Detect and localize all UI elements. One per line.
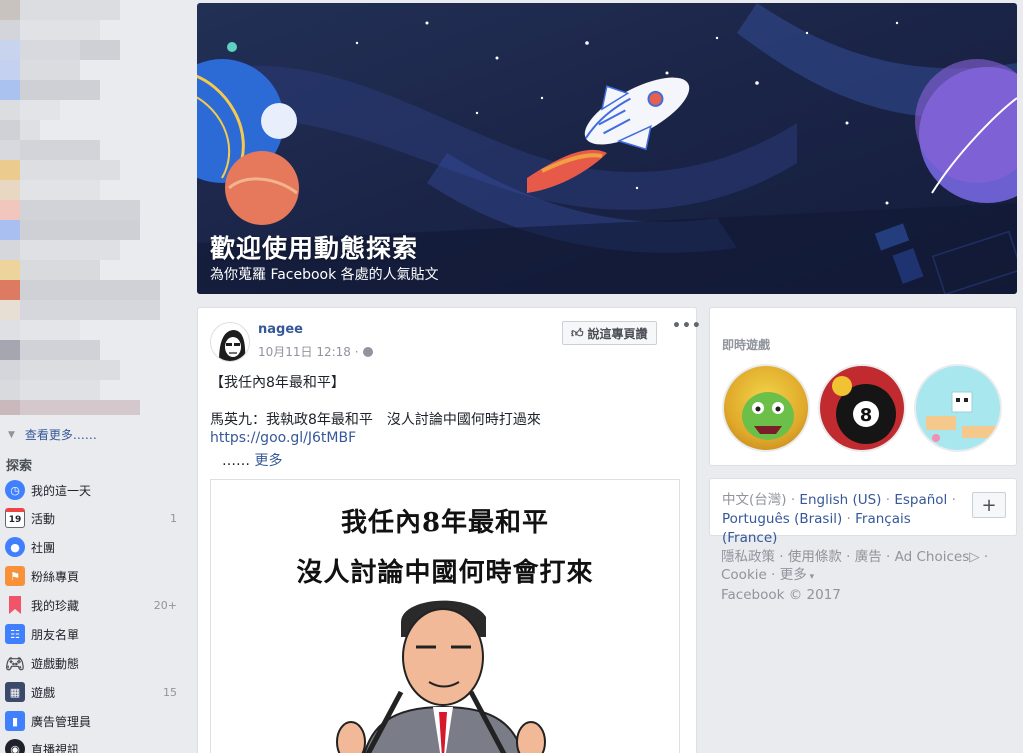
left-sidebar: ▼ 查看更多…… 探索 ◷ 我的這一天 19 活動 1 ● 社團 ⚑ 粉絲專頁 …: [0, 0, 196, 753]
cartoon-face-avatar: [219, 330, 246, 361]
blurred-shortcuts: [0, 0, 196, 415]
svg-text:8: 8: [860, 405, 873, 426]
feed-post: nagee 10月11日 12:18 · 👍︎ 說這專頁讚 ••• 【我任內8年…: [197, 307, 701, 753]
instant-games-title: 即時遊戲: [722, 338, 771, 352]
page-footer: 隱私政策 · 使用條款 · 廣告 · Ad Choices▷ · Cookie …: [721, 549, 989, 603]
sidebar-item-ads-manager[interactable]: ▮ 廣告管理員: [5, 709, 185, 733]
more-options-icon[interactable]: •••: [672, 318, 702, 334]
language-current: 中文(台灣): [722, 492, 787, 508]
game-monster-tile[interactable]: [722, 364, 810, 452]
sidebar-item-games[interactable]: ▦ 遊戲 15: [5, 680, 185, 704]
sidebar-item-friend-lists[interactable]: ☷ 朋友名單: [5, 622, 185, 646]
language-card: 中文(台灣) · English (US) · Español · Portug…: [709, 478, 1017, 546]
instant-games-card: 即時遊戲 8: [709, 307, 1017, 466]
triangle-down-icon: ▼: [8, 429, 15, 440]
footer-ads[interactable]: 廣告: [855, 549, 882, 565]
language-links: 中文(台灣) · English (US) · Español · Portug…: [722, 492, 956, 546]
flag-icon: ⚑: [5, 566, 25, 586]
sidebar-item-on-this-day[interactable]: ◷ 我的這一天: [5, 478, 185, 502]
image-caption-2: 沒人討論中國何時會打來: [296, 558, 594, 588]
post-see-more: …… 更多: [222, 453, 283, 469]
language-espanol[interactable]: Español: [894, 492, 947, 508]
globe-icon: [362, 346, 373, 357]
post-headline: 【我任內8年最和平】: [210, 375, 345, 391]
caret-down-icon: ▾: [806, 572, 815, 582]
sidebar-item-events[interactable]: 19 活動 1: [5, 506, 185, 530]
calendar-icon: 19: [5, 508, 25, 528]
ads-manager-icon: ▮: [5, 711, 25, 731]
footer-terms[interactable]: 使用條款: [788, 549, 842, 565]
sidebar-item-groups[interactable]: ● 社團: [5, 535, 185, 559]
like-page-button[interactable]: 👍︎ 說這專頁讚: [562, 321, 657, 345]
author-avatar[interactable]: [210, 322, 250, 362]
sidebar-item-pages[interactable]: ⚑ 粉絲專頁: [5, 564, 185, 588]
game-blocky-runner-tile[interactable]: [914, 364, 1002, 452]
live-video-icon: ◉: [5, 739, 25, 753]
footer-privacy[interactable]: 隱私政策: [721, 549, 775, 565]
gamepad-icon: 🎮︎: [4, 653, 26, 673]
games-icon: ▦: [5, 682, 25, 702]
footer-cookie[interactable]: Cookie: [721, 567, 767, 583]
ad-choices-icon: ▷: [969, 549, 980, 565]
post-meta: 10月11日 12:18 ·: [258, 343, 373, 360]
language-english[interactable]: English (US): [799, 492, 881, 508]
sidebar-item-games-feed[interactable]: 🎮︎ 遊戲動態: [5, 651, 185, 675]
explore-heading: 探索: [6, 459, 33, 474]
author-name[interactable]: nagee: [258, 322, 303, 337]
groups-icon: ●: [5, 537, 25, 557]
friends-list-icon: ☷: [5, 624, 25, 644]
image-caption-1: 我任內8年最和平: [340, 508, 550, 538]
like-page-label: 說這專頁讚: [587, 326, 648, 341]
sidebar-item-saved[interactable]: 我的珍藏 20+: [5, 593, 185, 617]
see-more-link[interactable]: 更多: [254, 453, 282, 469]
banner-subtitle: 為你蒐羅 Facebook 各處的人氣貼文: [210, 267, 439, 283]
post-date[interactable]: 10月11日 12:18 ·: [258, 343, 359, 360]
post-image[interactable]: 我任內8年最和平 沒人討論中國何時會打來: [210, 479, 680, 753]
add-language-button[interactable]: +: [972, 492, 1006, 518]
footer-copyright: Facebook © 2017: [721, 587, 841, 603]
footer-ad-choices[interactable]: Ad Choices: [895, 549, 970, 565]
post-link[interactable]: https://goo.gl/J6tMBF: [210, 430, 356, 446]
banner-title: 歡迎使用動態探索: [210, 234, 419, 263]
thumbs-up-icon: 👍︎: [571, 325, 584, 340]
bookmark-icon: [5, 595, 25, 615]
see-more-shortcuts[interactable]: ▼ 查看更多……: [8, 426, 97, 443]
cartoon-politician-illustration: [336, 600, 546, 753]
post-body: 馬英九：我執政8年最和平 沒人討論中國何時打過來: [210, 412, 541, 428]
see-more-label: 查看更多……: [24, 428, 97, 442]
clock-icon: ◷: [5, 480, 25, 500]
sidebar-item-live-video[interactable]: ◉ 直播視訊: [5, 737, 185, 753]
footer-more[interactable]: 更多: [780, 567, 807, 583]
language-portugues[interactable]: Português (Brasil): [722, 511, 842, 527]
explore-feed-banner: 歡迎使用動態探索 為你蒐羅 Facebook 各處的人氣貼文: [197, 3, 1017, 294]
game-8-ball-pool-tile[interactable]: 8: [818, 364, 906, 452]
